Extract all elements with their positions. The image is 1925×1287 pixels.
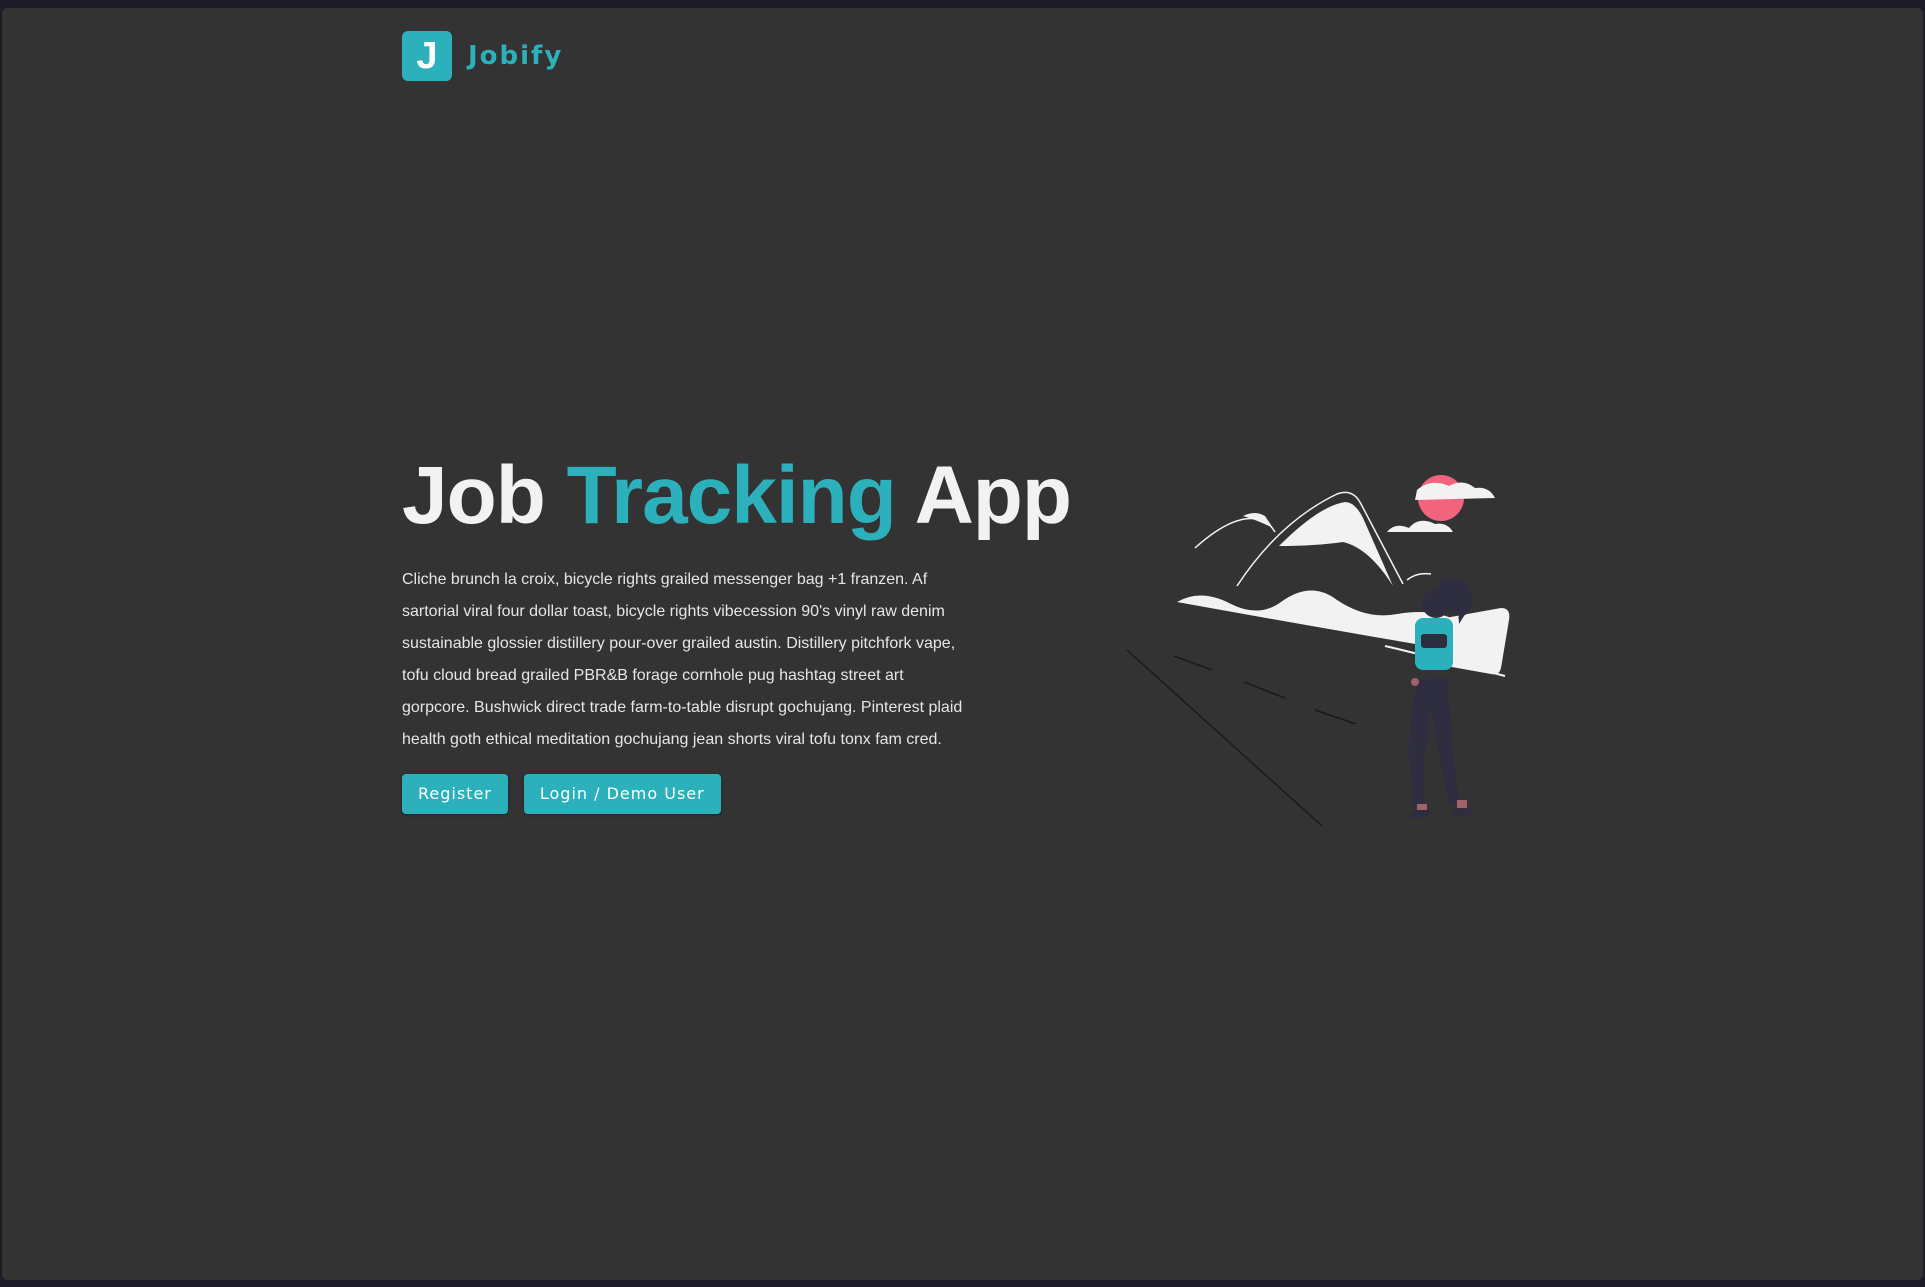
cloud-icon — [1387, 520, 1453, 532]
title-part-2: App — [914, 450, 1072, 541]
hero-description: Cliche brunch la croix, bicycle rights g… — [402, 571, 963, 748]
app-window: J Jobify Job Tracking App Cliche brunch … — [2, 8, 1923, 1280]
logo-icon[interactable]: J — [402, 31, 452, 81]
hero-actions: Register Login / Demo User — [402, 774, 1082, 814]
register-button[interactable]: Register — [402, 774, 508, 814]
title-accent: Tracking — [566, 450, 897, 541]
cloud-icon — [1415, 482, 1495, 500]
login-demo-button[interactable]: Login / Demo User — [523, 774, 721, 814]
navbar: J Jobify — [402, 31, 563, 81]
hiker-mountains-illustration — [1126, 475, 1510, 827]
hero-section: Job Tracking App Cliche brunch la croix,… — [402, 448, 1082, 814]
title-part-1: Job — [402, 450, 546, 541]
page-title: Job Tracking App — [402, 448, 1082, 544]
logo-text[interactable]: Jobify — [468, 41, 563, 71]
